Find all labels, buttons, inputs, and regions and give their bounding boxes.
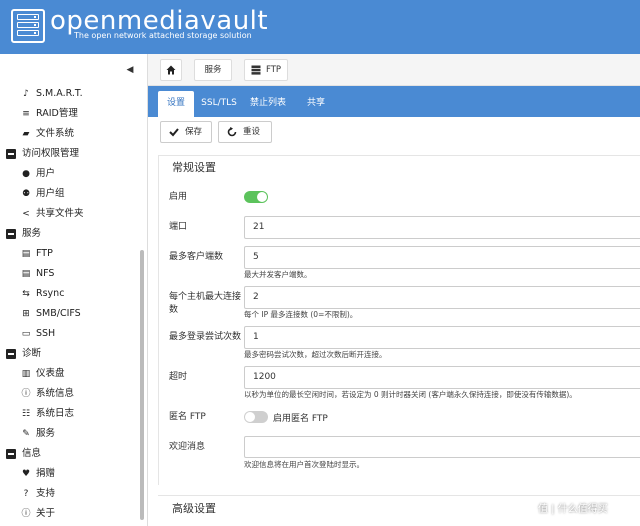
- server-icon: ▤: [21, 249, 31, 259]
- timeout-label: 超时: [169, 372, 188, 382]
- section-title-advanced[interactable]: 高级设置: [172, 500, 216, 516]
- undo-icon: [227, 127, 237, 137]
- timeout-field[interactable]: 1200: [244, 366, 640, 389]
- heart-icon: ♥: [21, 469, 31, 479]
- sidebar-item-label: 支持: [36, 488, 56, 499]
- tab-ban-list[interactable]: 禁止列表: [244, 91, 292, 117]
- sidebar-item-label: 用户组: [36, 188, 65, 199]
- save-button[interactable]: 保存: [160, 121, 212, 143]
- sidebar-item-label: SSH: [36, 328, 56, 339]
- welcome-message-hint: 欢迎信息将在用户首次登陆时显示。: [244, 460, 364, 469]
- sidebar-item-label: 文件系统: [36, 128, 75, 139]
- max-per-host-field[interactable]: 2: [244, 286, 640, 309]
- sidebar-item-label: 关于: [36, 508, 56, 519]
- port-label: 端口: [169, 222, 188, 232]
- max-login-hint: 最多密码尝试次数，超过次数后断开连接。: [244, 350, 387, 359]
- reset-button-label: 重设: [243, 127, 261, 137]
- server-icon: ▤: [21, 269, 31, 279]
- watermark: 值 | 什么值得买: [538, 504, 608, 515]
- home-icon: [166, 65, 176, 75]
- sidebar-item-label: 信息: [22, 448, 42, 459]
- sidebar-item-label: 系统信息: [36, 388, 75, 399]
- server-icon: [251, 65, 261, 75]
- sidebar-item-label: NFS: [36, 268, 55, 279]
- chevron-left-icon[interactable]: ◀: [122, 62, 138, 78]
- sidebar-item-label: 访问权限管理: [22, 148, 80, 159]
- app-header: openmediavault The open network attached…: [0, 0, 640, 54]
- max-login-label: 最多登录尝试次数: [169, 332, 242, 342]
- anonymous-ftp-label: 匿名 FTP: [169, 412, 206, 422]
- sidebar-item-label: 系统日志: [36, 408, 75, 419]
- info-icon: ⓘ: [21, 389, 31, 399]
- sidebar-item-label: 用户: [36, 168, 56, 179]
- welcome-message-label: 欢迎消息: [169, 442, 206, 452]
- terminal-icon: ▭: [21, 329, 31, 339]
- folder-icon: ▰: [22, 129, 30, 139]
- windows-icon: ⊞: [22, 309, 30, 319]
- question-icon: ?: [23, 489, 29, 499]
- breadcrumb-ftp-label: FTP: [266, 65, 282, 75]
- max-clients-label: 最多客户端数: [169, 252, 224, 262]
- breadcrumb-ftp[interactable]: FTP: [244, 59, 288, 81]
- breadcrumb-home[interactable]: [160, 59, 182, 81]
- sidebar-item-label: Rsync: [36, 288, 65, 299]
- tab-settings[interactable]: 设置: [158, 91, 194, 117]
- max-per-host-hint: 每个 IP 最多连接数 (0=不限制)。: [244, 310, 358, 319]
- max-clients-hint: 最大并发客户端数。: [244, 270, 312, 279]
- save-button-label: 保存: [185, 127, 203, 137]
- welcome-message-field[interactable]: [244, 436, 640, 458]
- check-icon: [169, 128, 179, 137]
- timeout-hint: 以秒为单位的最长空闲时间，若设定为 0 则计时器关闭 (客户端永久保持连接，即使…: [244, 390, 577, 399]
- minus-box-icon: [6, 149, 16, 159]
- info-icon: ⓘ: [21, 509, 31, 519]
- sidebar-item-label: RAID管理: [36, 108, 78, 119]
- minus-box-icon: [6, 349, 16, 359]
- sidebar-item-label: S.M.A.R.T.: [36, 88, 83, 99]
- enable-label: 启用: [169, 192, 188, 202]
- user-icon: ●: [22, 169, 30, 179]
- list-icon: ☷: [21, 409, 31, 419]
- sidebar-item-label: 服务: [22, 228, 42, 239]
- reset-button[interactable]: 重设: [218, 121, 272, 143]
- smart-icon: ♪: [23, 89, 29, 99]
- anonymous-ftp-toggle[interactable]: [244, 411, 268, 423]
- sidebar-item-label: 服务: [36, 428, 56, 439]
- divider: [158, 495, 640, 496]
- sidebar-item-label: 共享文件夹: [36, 208, 84, 219]
- tab-shares[interactable]: 共享: [298, 91, 334, 117]
- breadcrumb-services[interactable]: 服务: [194, 59, 232, 81]
- share-icon: <: [22, 209, 30, 219]
- users-icon: ⚉: [21, 189, 31, 199]
- section-title-general: 常规设置: [172, 161, 216, 174]
- anonymous-ftp-toggle-label: 启用匿名 FTP: [273, 414, 328, 424]
- tab-bar: 设置 SSL/TLS 禁止列表 共享: [148, 86, 640, 117]
- database-icon: ≡: [22, 109, 30, 119]
- minus-box-icon: [6, 449, 16, 459]
- dashboard-icon: ▥: [21, 369, 31, 379]
- openmediavault-logo-icon: [11, 9, 45, 43]
- breadcrumb: 服务 FTP: [148, 54, 640, 86]
- sidebar: ◀ ♪ S.M.A.R.T. ≡ RAID管理 ▰ 文件系统访问权限管理 ● 用户 ⚉ 用户组 < 共…: [0, 54, 148, 526]
- max-per-host-label: 每个主机最大连接数: [169, 292, 242, 315]
- minus-box-icon: [6, 229, 16, 239]
- wrench-icon: ✎: [22, 429, 30, 439]
- sidebar-item-label: 仪表盘: [36, 368, 65, 379]
- logo-tagline: The open network attached storage soluti…: [74, 31, 252, 40]
- rsync-icon: ⇆: [22, 289, 30, 299]
- tab-ssl-tls[interactable]: SSL/TLS: [198, 91, 240, 117]
- sidebar-item-label: 捐赠: [36, 468, 56, 479]
- max-login-field[interactable]: 1: [244, 326, 640, 349]
- sidebar-scrollbar[interactable]: [140, 250, 144, 520]
- sidebar-item-label: 诊断: [22, 348, 42, 359]
- max-clients-field[interactable]: 5: [244, 246, 640, 269]
- sidebar-item-label: FTP: [36, 248, 53, 259]
- enable-toggle[interactable]: [244, 191, 268, 203]
- sidebar-item-label: SMB/CIFS: [36, 308, 81, 319]
- port-field[interactable]: 21: [244, 216, 640, 239]
